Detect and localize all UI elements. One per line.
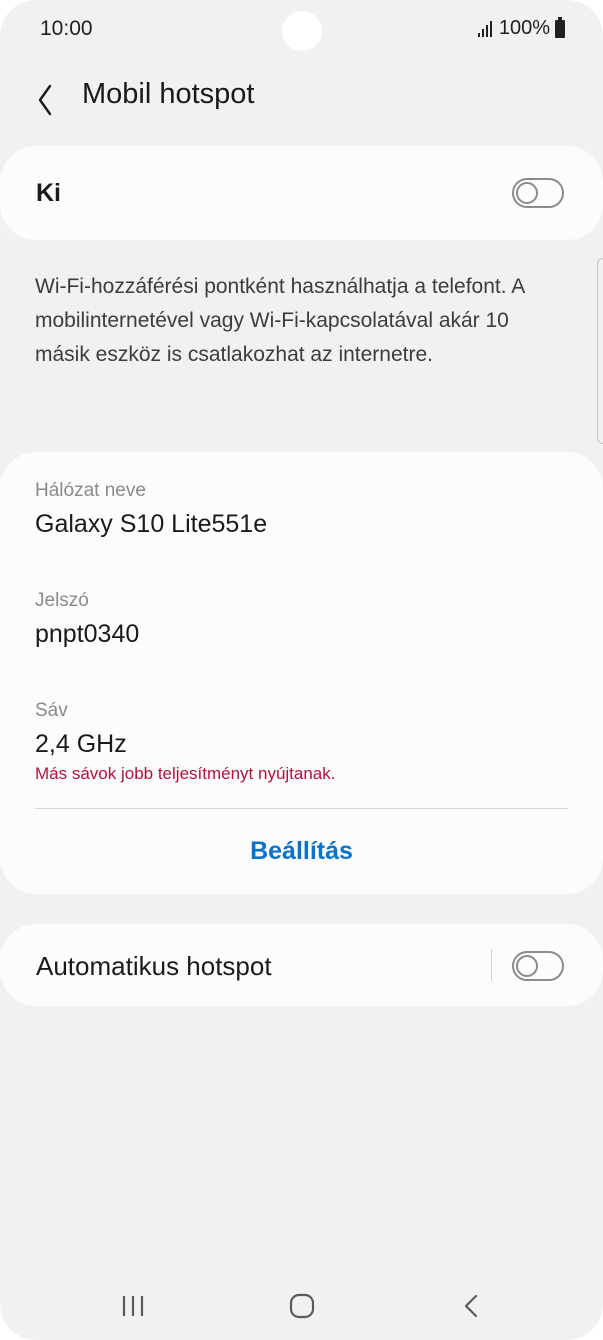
band-value: 2,4 GHz xyxy=(35,730,127,758)
app-bar: Mobil hotspot xyxy=(0,68,603,124)
scroll-indicator[interactable] xyxy=(597,258,603,444)
home-button[interactable] xyxy=(272,1272,332,1340)
home-icon xyxy=(289,1293,315,1319)
hotspot-details-card: Hálózat neve Galaxy S10 Lite551e Jelszó … xyxy=(0,452,603,894)
back-icon xyxy=(464,1294,478,1318)
auto-hotspot-label: Automatikus hotspot xyxy=(36,951,272,981)
recents-button[interactable] xyxy=(104,1272,164,1340)
nav-back-button[interactable] xyxy=(442,1272,502,1340)
signal-icon xyxy=(477,20,492,37)
status-bar: 10:00 100% xyxy=(0,0,603,60)
battery-icon xyxy=(555,16,565,38)
battery-percent: 100% xyxy=(498,17,550,39)
vertical-divider xyxy=(491,949,492,981)
switch-knob xyxy=(516,182,538,204)
auto-hotspot-row[interactable]: Automatikus hotspot xyxy=(0,924,603,1006)
hotspot-description: Wi-Fi-hozzáférési pontként használhatja … xyxy=(35,275,525,366)
hotspot-switch[interactable] xyxy=(512,178,564,208)
status-time: 10:00 xyxy=(40,17,93,40)
network-name-value: Galaxy S10 Lite551e xyxy=(35,510,268,538)
navigation-bar xyxy=(0,1272,603,1340)
camera-cutout xyxy=(282,11,322,51)
password-label: Jelszó xyxy=(35,590,89,611)
status-indicators: 100% xyxy=(477,16,565,40)
page-title: Mobil hotspot xyxy=(82,78,255,110)
divider xyxy=(35,808,568,809)
band-warning: Más sávok jobb teljesítményt nyújtanak. xyxy=(35,764,336,783)
chevron-left-icon xyxy=(38,84,52,116)
switch-knob xyxy=(516,955,538,977)
hotspot-toggle-row[interactable]: Ki xyxy=(0,146,603,240)
back-button[interactable] xyxy=(26,74,66,118)
password-value: pnpt0340 xyxy=(35,620,140,648)
phone-screen: 10:00 100% Mobil hotspot Ki Wi-Fi-hozzáf… xyxy=(0,0,603,1340)
recents-icon xyxy=(122,1296,144,1316)
hotspot-state-label: Ki xyxy=(36,179,61,207)
band-label: Sáv xyxy=(35,700,68,721)
network-name-label: Hálózat neve xyxy=(35,480,146,501)
settings-button[interactable]: Beállítás xyxy=(0,826,603,876)
auto-hotspot-switch[interactable] xyxy=(512,951,564,981)
